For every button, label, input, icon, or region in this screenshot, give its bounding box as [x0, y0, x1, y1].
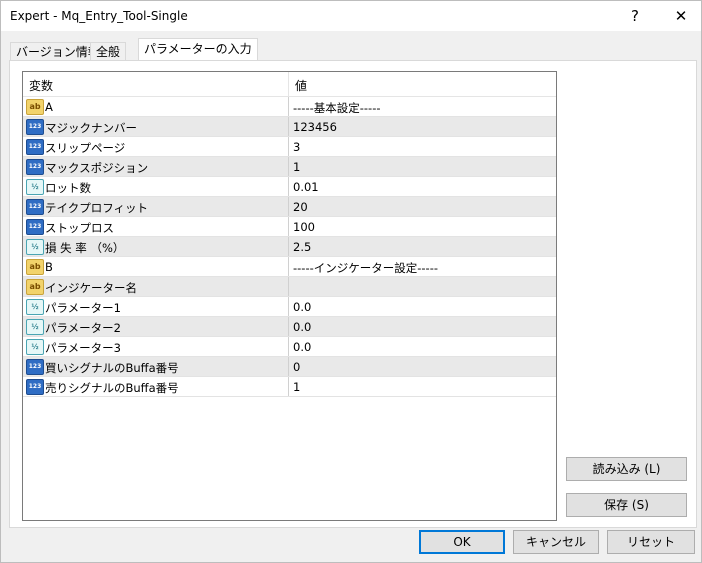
double-type-icon: ½	[26, 239, 44, 255]
double-type-icon: ½	[26, 339, 44, 355]
table-row[interactable]: ab B -----インジケーター設定-----	[23, 257, 556, 277]
table-row[interactable]: 123 マジックナンバー 123456	[23, 117, 556, 137]
double-type-icon: ½	[26, 319, 44, 335]
table-row[interactable]: 123 買いシグナルのBuffa番号 0	[23, 357, 556, 377]
integer-type-icon: 123	[26, 379, 44, 395]
cell-divider	[288, 297, 289, 317]
parameter-name: パラメーター1	[45, 301, 121, 315]
double-type-icon: ½	[26, 179, 44, 195]
parameter-name: パラメーター2	[45, 321, 121, 335]
integer-type-icon: 123	[26, 359, 44, 375]
cell-divider	[288, 237, 289, 257]
cell-divider	[288, 357, 289, 377]
parameter-name: マジックナンバー	[45, 121, 137, 135]
tab-general[interactable]: 全般	[90, 42, 127, 61]
parameter-name: A	[45, 100, 53, 114]
parameter-value[interactable]: 3	[293, 140, 300, 154]
cell-divider	[288, 177, 289, 197]
help-icon[interactable]: ?	[623, 5, 647, 27]
table-row[interactable]: ab A -----基本設定-----	[23, 97, 556, 117]
cell-divider	[288, 277, 289, 297]
ok-button[interactable]: OK	[419, 530, 505, 554]
string-type-icon: ab	[26, 259, 44, 275]
cell-divider	[288, 317, 289, 337]
table-row[interactable]: ½ パラメーター3 0.0	[23, 337, 556, 357]
column-divider[interactable]	[288, 72, 289, 96]
table-row[interactable]: ½ ロット数 0.01	[23, 177, 556, 197]
reset-button[interactable]: リセット	[607, 530, 695, 554]
integer-type-icon: 123	[26, 139, 44, 155]
table-row[interactable]: 123 スリップページ 3	[23, 137, 556, 157]
parameter-value[interactable]: 123456	[293, 120, 337, 134]
cell-divider	[288, 117, 289, 137]
parameter-name: テイクプロフィット	[45, 201, 149, 215]
parameter-name: B	[45, 260, 53, 274]
table-row[interactable]: 123 売りシグナルのBuffa番号 1	[23, 377, 556, 397]
integer-type-icon: 123	[26, 219, 44, 235]
parameter-value[interactable]: 20	[293, 200, 308, 214]
parameter-name: インジケーター名	[45, 281, 137, 295]
parameter-name: 売りシグナルのBuffa番号	[45, 381, 179, 395]
column-header-value[interactable]: 値	[295, 77, 307, 94]
cell-divider	[288, 97, 289, 117]
table-row[interactable]: ½ パラメーター1 0.0	[23, 297, 556, 317]
window-title: Expert - Mq_Entry_Tool-Single	[10, 9, 188, 23]
expert-properties-dialog: Expert - Mq_Entry_Tool-Single ? ✕ バージョン情…	[0, 0, 702, 563]
cell-divider	[288, 137, 289, 157]
cell-divider	[288, 217, 289, 237]
string-type-icon: ab	[26, 279, 44, 295]
table-row[interactable]: 123 マックスポジション 1	[23, 157, 556, 177]
parameter-name: スリップページ	[45, 141, 126, 155]
integer-type-icon: 123	[26, 159, 44, 175]
table-row[interactable]: 123 ストップロス 100	[23, 217, 556, 237]
close-icon[interactable]: ✕	[669, 5, 693, 27]
parameters-table: 変数 値 ab A -----基本設定----- 123 マジックナンバー 123456 1…	[22, 71, 557, 521]
parameter-value[interactable]: 0.0	[293, 340, 311, 354]
column-header-variable[interactable]: 変数	[29, 77, 53, 94]
parameter-value[interactable]: 1	[293, 380, 300, 394]
parameter-value[interactable]: 0.01	[293, 180, 319, 194]
parameter-value[interactable]: 0.0	[293, 300, 311, 314]
parameter-value[interactable]: -----インジケーター設定-----	[293, 260, 438, 276]
cell-divider	[288, 337, 289, 357]
table-row[interactable]: 123 テイクプロフィット 20	[23, 197, 556, 217]
parameters-panel: 変数 値 ab A -----基本設定----- 123 マジックナンバー 123456 1…	[9, 60, 697, 528]
parameter-name: パラメーター3	[45, 341, 121, 355]
cell-divider	[288, 197, 289, 217]
integer-type-icon: 123	[26, 199, 44, 215]
table-row[interactable]: ½損 失 率 （%） 2.5	[23, 237, 556, 257]
table-row[interactable]: ½ パラメーター2 0.0	[23, 317, 556, 337]
tab-bar: バージョン情報 全般 パラメーターの入力	[1, 31, 701, 62]
string-type-icon: ab	[26, 99, 44, 115]
parameter-name: 買いシグナルのBuffa番号	[45, 361, 179, 375]
parameter-value[interactable]: -----基本設定-----	[293, 100, 381, 116]
parameter-name: ロット数	[45, 181, 91, 195]
load-button[interactable]: 読み込み (L)	[566, 457, 687, 481]
parameter-value[interactable]: 1	[293, 160, 300, 174]
table-header: 変数 値	[23, 72, 556, 97]
cell-divider	[288, 257, 289, 277]
row-divider	[23, 396, 556, 397]
title-bar: Expert - Mq_Entry_Tool-Single ? ✕	[1, 1, 701, 31]
save-button[interactable]: 保存 (S)	[566, 493, 687, 517]
parameter-value[interactable]: 0	[293, 360, 300, 374]
tab-input-parameters[interactable]: パラメーターの入力	[138, 38, 258, 62]
parameter-value[interactable]: 0.0	[293, 320, 311, 334]
cell-divider	[288, 157, 289, 177]
parameter-value[interactable]: 100	[293, 220, 315, 234]
integer-type-icon: 123	[26, 119, 44, 135]
parameter-name: マックスポジション	[45, 161, 149, 175]
parameter-value[interactable]: 2.5	[293, 240, 311, 254]
cancel-button[interactable]: キャンセル	[513, 530, 599, 554]
table-row[interactable]: ab インジケーター名	[23, 277, 556, 297]
cell-divider	[288, 377, 289, 397]
parameter-name: ストップロス	[45, 221, 114, 235]
double-type-icon: ½	[26, 299, 44, 315]
parameter-name: 損 失 率 （%）	[45, 241, 125, 255]
